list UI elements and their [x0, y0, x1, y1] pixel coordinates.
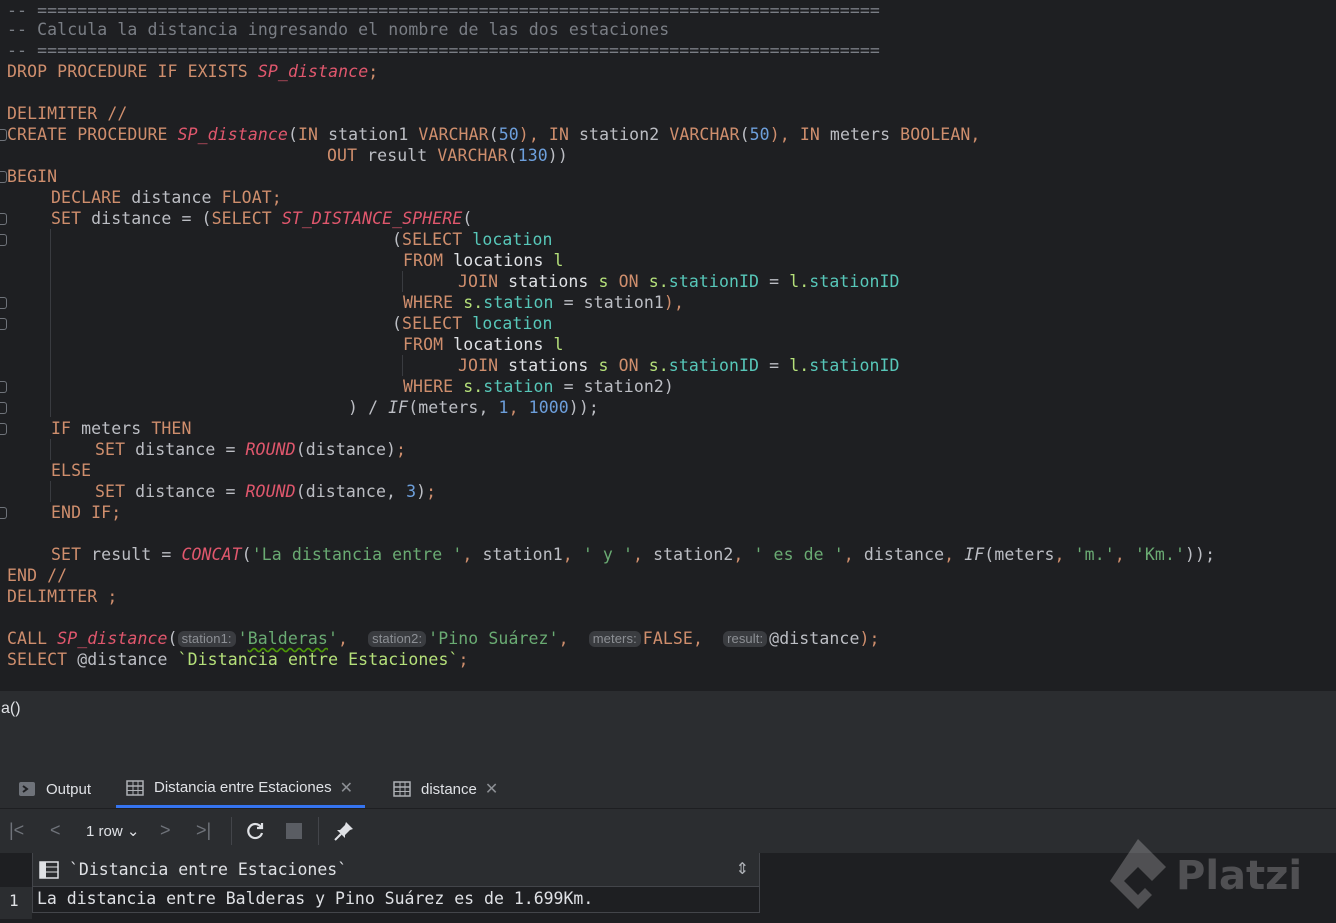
table-icon [126, 779, 144, 796]
code-line: CALL SP_distance(station1: 'Balderas', st… [7, 629, 880, 648]
stop-icon[interactable] [285, 822, 303, 840]
watermark-text: Platzi [1176, 853, 1303, 899]
param-hint: station2: [368, 631, 427, 647]
breadcrumb: a() [1, 700, 21, 717]
code-line: -- =====================================… [7, 41, 880, 60]
indent-guide [50, 481, 51, 502]
indent-guide [50, 439, 51, 460]
indent-guide [50, 229, 51, 417]
code-line: JOIN stations s ON s.stationID = l.stati… [458, 272, 900, 291]
row-number: 1 [0, 887, 32, 919]
param-hint: meters: [588, 631, 641, 647]
code-line: ) / IF(meters, 1, 1000)); [348, 398, 599, 417]
code-line: -- =====================================… [7, 1, 880, 20]
tab-label: distance [421, 780, 477, 798]
code-line: ELSE [51, 461, 92, 480]
code-line: -- Calcula la distancia ingresando el no… [7, 20, 670, 39]
indent-guide [402, 271, 403, 292]
chevron-down-icon: ⌄ [126, 823, 140, 840]
column-icon [39, 861, 59, 879]
code-line: DELIMITER // [7, 104, 128, 123]
fold-marker-icon[interactable] [0, 402, 7, 414]
tab-distancia-entre-estaciones[interactable]: Distancia entre Estaciones ✕ [116, 770, 365, 808]
code-line: SET distance = ROUND(distance); [95, 440, 407, 459]
code-line: WHERE s.station = station2) [403, 377, 674, 396]
indent-guide [402, 355, 403, 376]
code-line: WHERE s.station = station1), [403, 293, 684, 312]
fold-marker-icon[interactable] [0, 171, 7, 183]
tab-output[interactable]: Output [18, 770, 91, 808]
platzi-logo: Platzi [1100, 835, 1336, 919]
code-line: JOIN stations s ON s.stationID = l.stati… [458, 356, 900, 375]
rows-dropdown[interactable]: 1 row ⌄ [86, 821, 139, 843]
table-cell[interactable]: La distancia entre Balderas y Pino Suáre… [32, 887, 760, 913]
fold-marker-icon[interactable] [0, 234, 7, 246]
tab-label: Distancia entre Estaciones [154, 779, 332, 796]
fold-marker-icon[interactable] [0, 129, 7, 141]
code-line: IF meters THEN [51, 419, 192, 438]
code-editor[interactable]: -- =====================================… [0, 0, 1336, 690]
fold-marker-icon[interactable] [0, 507, 7, 519]
toolbar-separator [231, 817, 232, 845]
toolbar-separator [318, 817, 319, 845]
code-line: SELECT @distance `Distancia entre Estaci… [7, 650, 469, 669]
code-line: FROM locations l [403, 335, 564, 354]
tab-distance[interactable]: distance ✕ [393, 770, 498, 808]
code-line: END IF; [51, 503, 122, 522]
fold-marker-icon[interactable] [0, 213, 7, 225]
fold-marker-icon[interactable] [0, 381, 7, 393]
close-icon[interactable]: ✕ [340, 778, 353, 798]
fold-marker-icon[interactable] [0, 297, 7, 309]
close-icon[interactable]: ✕ [485, 779, 498, 799]
tab-label: Output [46, 780, 92, 798]
output-icon [19, 782, 35, 796]
param-hint: result: [723, 631, 768, 647]
code-line: OUT result VARCHAR(130)) [327, 146, 568, 165]
code-line: CREATE PROCEDURE SP_distance(IN station1… [7, 125, 981, 144]
code-line: DROP PROCEDURE IF EXISTS SP_distance; [7, 62, 379, 81]
first-page-icon[interactable]: |< [9, 819, 24, 841]
code-line: FROM locations l [403, 251, 564, 270]
last-page-icon[interactable]: >| [196, 819, 211, 841]
code-line: END // [7, 566, 68, 585]
fold-marker-icon[interactable] [0, 318, 7, 330]
param-hint: station1: [177, 631, 236, 647]
code-line: DECLARE distance FLOAT; [51, 188, 282, 207]
code-line: SET distance = (SELECT ST_DISTANCE_SPHER… [51, 209, 473, 228]
results-tab-bar: Output Distancia entre Estaciones ✕ dist… [0, 770, 1336, 809]
code-line: BEGIN [7, 167, 58, 186]
breadcrumb-bar: a() [0, 690, 1336, 728]
pin-icon[interactable] [333, 820, 355, 842]
table-icon [393, 781, 411, 797]
code-line: (SELECT location [392, 230, 553, 249]
next-page-icon[interactable]: > [160, 819, 171, 841]
row-number-label: 1 [9, 891, 19, 910]
code-line: SET distance = ROUND(distance, 3); [95, 482, 437, 501]
fold-marker-icon[interactable] [0, 423, 7, 435]
rows-label: 1 row [86, 823, 123, 840]
panel-spacer [0, 727, 1336, 775]
code-line: (SELECT location [392, 314, 553, 333]
column-header[interactable]: `Distancia entre Estaciones` ⇕ [32, 853, 760, 887]
column-header-label: `Distancia entre Estaciones` [69, 860, 348, 879]
code-line: DELIMITER ; [7, 587, 118, 606]
previous-page-icon[interactable]: < [50, 819, 61, 841]
refresh-icon[interactable] [244, 820, 266, 842]
sort-icon[interactable]: ⇕ [736, 859, 749, 878]
code-line: SET result = CONCAT('La distancia entre … [51, 545, 1216, 564]
